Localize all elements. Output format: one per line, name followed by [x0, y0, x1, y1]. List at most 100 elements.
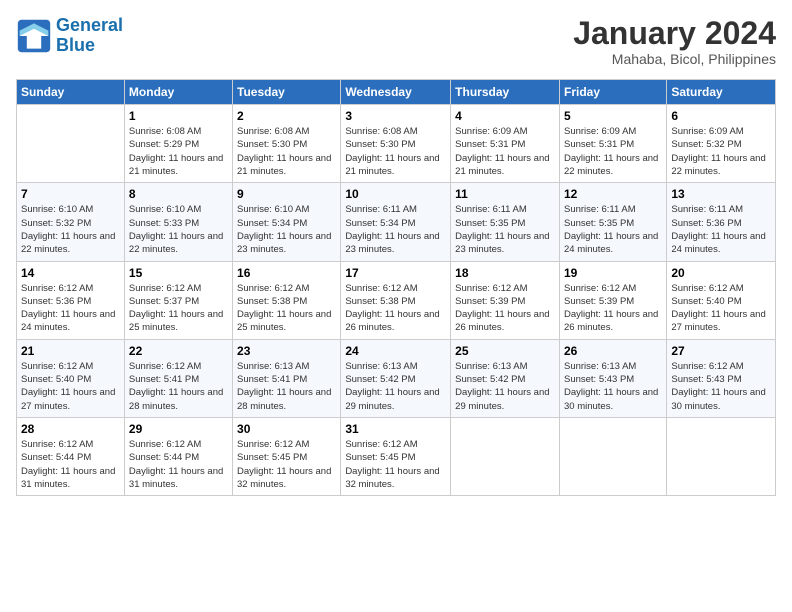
- day-number: 22: [129, 344, 228, 358]
- day-info: Sunrise: 6:12 AMSunset: 5:45 PMDaylight:…: [345, 438, 446, 491]
- col-thursday: Thursday: [451, 80, 560, 105]
- day-info: Sunrise: 6:12 AMSunset: 5:44 PMDaylight:…: [129, 438, 228, 491]
- calendar-cell: 28 Sunrise: 6:12 AMSunset: 5:44 PMDaylig…: [17, 417, 125, 495]
- calendar-cell: 22 Sunrise: 6:12 AMSunset: 5:41 PMDaylig…: [124, 339, 232, 417]
- calendar-cell: 12 Sunrise: 6:11 AMSunset: 5:35 PMDaylig…: [559, 183, 666, 261]
- col-saturday: Saturday: [667, 80, 776, 105]
- calendar-cell: 31 Sunrise: 6:12 AMSunset: 5:45 PMDaylig…: [341, 417, 451, 495]
- day-number: 25: [455, 344, 555, 358]
- day-number: 31: [345, 422, 446, 436]
- day-number: 7: [21, 187, 120, 201]
- day-info: Sunrise: 6:08 AMSunset: 5:30 PMDaylight:…: [237, 125, 336, 178]
- logo-text: General Blue: [56, 16, 123, 56]
- day-number: 21: [21, 344, 120, 358]
- day-number: 26: [564, 344, 662, 358]
- week-row-3: 21 Sunrise: 6:12 AMSunset: 5:40 PMDaylig…: [17, 339, 776, 417]
- day-info: Sunrise: 6:10 AMSunset: 5:32 PMDaylight:…: [21, 203, 120, 256]
- logo-line1: General: [56, 15, 123, 35]
- col-monday: Monday: [124, 80, 232, 105]
- day-info: Sunrise: 6:12 AMSunset: 5:39 PMDaylight:…: [455, 282, 555, 335]
- day-info: Sunrise: 6:13 AMSunset: 5:42 PMDaylight:…: [455, 360, 555, 413]
- day-number: 20: [671, 266, 771, 280]
- day-info: Sunrise: 6:11 AMSunset: 5:35 PMDaylight:…: [455, 203, 555, 256]
- calendar-cell: 26 Sunrise: 6:13 AMSunset: 5:43 PMDaylig…: [559, 339, 666, 417]
- week-row-0: 1 Sunrise: 6:08 AMSunset: 5:29 PMDayligh…: [17, 105, 776, 183]
- col-sunday: Sunday: [17, 80, 125, 105]
- calendar-cell: 20 Sunrise: 6:12 AMSunset: 5:40 PMDaylig…: [667, 261, 776, 339]
- calendar-cell: 15 Sunrise: 6:12 AMSunset: 5:37 PMDaylig…: [124, 261, 232, 339]
- calendar-cell: [17, 105, 125, 183]
- day-number: 6: [671, 109, 771, 123]
- day-info: Sunrise: 6:12 AMSunset: 5:40 PMDaylight:…: [671, 282, 771, 335]
- header-row: Sunday Monday Tuesday Wednesday Thursday…: [17, 80, 776, 105]
- logo-line2: Blue: [56, 35, 95, 55]
- day-number: 5: [564, 109, 662, 123]
- calendar-cell: 16 Sunrise: 6:12 AMSunset: 5:38 PMDaylig…: [233, 261, 341, 339]
- calendar-subtitle: Mahaba, Bicol, Philippines: [573, 51, 776, 67]
- day-info: Sunrise: 6:12 AMSunset: 5:41 PMDaylight:…: [129, 360, 228, 413]
- calendar-cell: 2 Sunrise: 6:08 AMSunset: 5:30 PMDayligh…: [233, 105, 341, 183]
- day-number: 29: [129, 422, 228, 436]
- day-info: Sunrise: 6:12 AMSunset: 5:37 PMDaylight:…: [129, 282, 228, 335]
- day-number: 13: [671, 187, 771, 201]
- calendar-cell: 21 Sunrise: 6:12 AMSunset: 5:40 PMDaylig…: [17, 339, 125, 417]
- day-number: 9: [237, 187, 336, 201]
- calendar-title: January 2024: [573, 16, 776, 51]
- calendar-cell: 9 Sunrise: 6:10 AMSunset: 5:34 PMDayligh…: [233, 183, 341, 261]
- logo-icon: [16, 18, 52, 54]
- calendar-cell: [451, 417, 560, 495]
- calendar-cell: 27 Sunrise: 6:12 AMSunset: 5:43 PMDaylig…: [667, 339, 776, 417]
- calendar-cell: 29 Sunrise: 6:12 AMSunset: 5:44 PMDaylig…: [124, 417, 232, 495]
- day-number: 12: [564, 187, 662, 201]
- day-number: 8: [129, 187, 228, 201]
- day-number: 4: [455, 109, 555, 123]
- day-info: Sunrise: 6:12 AMSunset: 5:40 PMDaylight:…: [21, 360, 120, 413]
- day-info: Sunrise: 6:13 AMSunset: 5:41 PMDaylight:…: [237, 360, 336, 413]
- calendar-cell: 30 Sunrise: 6:12 AMSunset: 5:45 PMDaylig…: [233, 417, 341, 495]
- day-number: 11: [455, 187, 555, 201]
- calendar-cell: 13 Sunrise: 6:11 AMSunset: 5:36 PMDaylig…: [667, 183, 776, 261]
- calendar-cell: 6 Sunrise: 6:09 AMSunset: 5:32 PMDayligh…: [667, 105, 776, 183]
- calendar-cell: 4 Sunrise: 6:09 AMSunset: 5:31 PMDayligh…: [451, 105, 560, 183]
- calendar-cell: 18 Sunrise: 6:12 AMSunset: 5:39 PMDaylig…: [451, 261, 560, 339]
- day-number: 27: [671, 344, 771, 358]
- day-info: Sunrise: 6:12 AMSunset: 5:36 PMDaylight:…: [21, 282, 120, 335]
- calendar-cell: 10 Sunrise: 6:11 AMSunset: 5:34 PMDaylig…: [341, 183, 451, 261]
- page: General Blue January 2024 Mahaba, Bicol,…: [0, 0, 792, 612]
- day-number: 19: [564, 266, 662, 280]
- logo: General Blue: [16, 16, 123, 56]
- day-info: Sunrise: 6:12 AMSunset: 5:39 PMDaylight:…: [564, 282, 662, 335]
- day-number: 17: [345, 266, 446, 280]
- week-row-1: 7 Sunrise: 6:10 AMSunset: 5:32 PMDayligh…: [17, 183, 776, 261]
- calendar-cell: 25 Sunrise: 6:13 AMSunset: 5:42 PMDaylig…: [451, 339, 560, 417]
- calendar-cell: 8 Sunrise: 6:10 AMSunset: 5:33 PMDayligh…: [124, 183, 232, 261]
- day-number: 30: [237, 422, 336, 436]
- day-info: Sunrise: 6:10 AMSunset: 5:33 PMDaylight:…: [129, 203, 228, 256]
- calendar-cell: 5 Sunrise: 6:09 AMSunset: 5:31 PMDayligh…: [559, 105, 666, 183]
- day-number: 1: [129, 109, 228, 123]
- day-info: Sunrise: 6:11 AMSunset: 5:34 PMDaylight:…: [345, 203, 446, 256]
- day-info: Sunrise: 6:12 AMSunset: 5:38 PMDaylight:…: [237, 282, 336, 335]
- calendar-table: Sunday Monday Tuesday Wednesday Thursday…: [16, 79, 776, 496]
- day-number: 24: [345, 344, 446, 358]
- day-info: Sunrise: 6:08 AMSunset: 5:30 PMDaylight:…: [345, 125, 446, 178]
- day-info: Sunrise: 6:09 AMSunset: 5:31 PMDaylight:…: [564, 125, 662, 178]
- day-number: 18: [455, 266, 555, 280]
- calendar-body: 1 Sunrise: 6:08 AMSunset: 5:29 PMDayligh…: [17, 105, 776, 496]
- col-tuesday: Tuesday: [233, 80, 341, 105]
- calendar-cell: 11 Sunrise: 6:11 AMSunset: 5:35 PMDaylig…: [451, 183, 560, 261]
- calendar-cell: [559, 417, 666, 495]
- week-row-2: 14 Sunrise: 6:12 AMSunset: 5:36 PMDaylig…: [17, 261, 776, 339]
- day-number: 2: [237, 109, 336, 123]
- day-info: Sunrise: 6:10 AMSunset: 5:34 PMDaylight:…: [237, 203, 336, 256]
- col-friday: Friday: [559, 80, 666, 105]
- calendar-cell: 7 Sunrise: 6:10 AMSunset: 5:32 PMDayligh…: [17, 183, 125, 261]
- day-number: 10: [345, 187, 446, 201]
- day-info: Sunrise: 6:11 AMSunset: 5:36 PMDaylight:…: [671, 203, 771, 256]
- calendar-cell: [667, 417, 776, 495]
- day-info: Sunrise: 6:13 AMSunset: 5:42 PMDaylight:…: [345, 360, 446, 413]
- calendar-cell: 3 Sunrise: 6:08 AMSunset: 5:30 PMDayligh…: [341, 105, 451, 183]
- day-number: 3: [345, 109, 446, 123]
- day-info: Sunrise: 6:09 AMSunset: 5:31 PMDaylight:…: [455, 125, 555, 178]
- day-info: Sunrise: 6:12 AMSunset: 5:45 PMDaylight:…: [237, 438, 336, 491]
